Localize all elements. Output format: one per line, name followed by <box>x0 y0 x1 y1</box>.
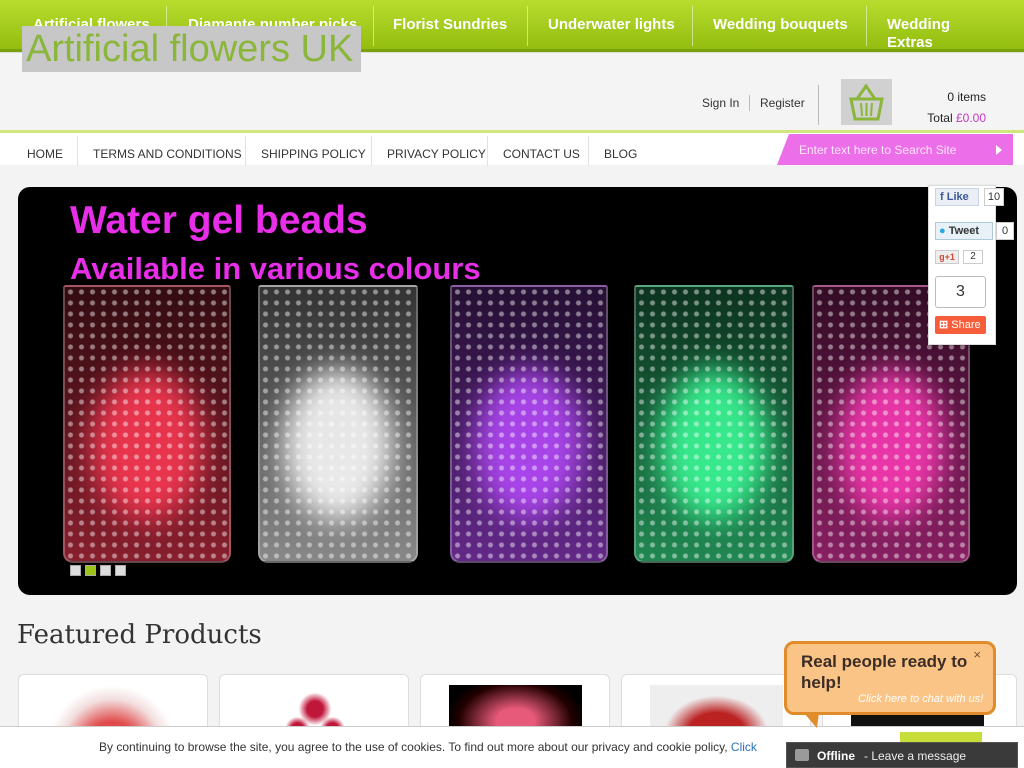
share-label: Share <box>951 319 981 331</box>
banner-headline: Water gel beads <box>70 199 368 242</box>
menu-terms-and-conditions[interactable]: TERMS AND CONDITIONS <box>93 147 242 161</box>
cart-total-value: £0.00 <box>955 111 986 125</box>
tweet-label: Tweet <box>948 225 980 237</box>
nav-wedding-bouquets[interactable]: Wedding bouquets <box>713 16 848 34</box>
cookie-notice-text: By continuing to browse the site, you ag… <box>99 740 757 754</box>
vase-image-green <box>634 285 794 563</box>
facebook-like-button[interactable]: f Like <box>935 188 979 206</box>
search-box <box>777 134 1013 165</box>
banner-subheadline: Available in various colours <box>70 251 481 286</box>
search-input[interactable] <box>799 141 989 159</box>
slide-dot-2[interactable] <box>85 565 96 576</box>
menu-divider <box>77 136 78 166</box>
like-label: Like <box>946 191 969 203</box>
menu-home[interactable]: HOME <box>27 147 63 161</box>
share-button[interactable]: ⊞ Share <box>935 316 986 334</box>
vase-beads <box>65 287 229 561</box>
menu-blog[interactable]: BLOG <box>604 147 637 161</box>
google-plus-label: +1 <box>944 252 955 262</box>
chat-status-bar[interactable]: Offline - Leave a message <box>786 742 1018 768</box>
menu-divider <box>245 136 246 166</box>
nav-divider <box>373 6 374 46</box>
auth-divider <box>749 95 750 111</box>
vase-image-purple <box>450 285 608 563</box>
tweet-count: 0 <box>996 222 1014 240</box>
slide-dot-3[interactable] <box>100 565 111 576</box>
menu-divider <box>371 136 372 166</box>
cart-total[interactable]: Total £0.00 <box>900 111 986 125</box>
vase-beads <box>636 287 792 561</box>
like-count: 10 <box>984 188 1004 206</box>
cart-item-count[interactable]: 0 items <box>900 90 986 104</box>
slide-dot-1[interactable] <box>70 565 81 576</box>
close-icon[interactable]: × <box>973 647 981 662</box>
leave-message-link[interactable]: - Leave a message <box>864 749 966 763</box>
cookie-notice-message: By continuing to browse the site, you ag… <box>99 740 731 754</box>
nav-divider <box>692 6 693 46</box>
basket-icon[interactable] <box>841 79 892 125</box>
chat-status: Offline <box>817 749 855 763</box>
nav-divider <box>866 6 867 46</box>
twitter-icon: ● <box>939 225 946 237</box>
nav-wedding-extras[interactable]: Wedding Extras <box>887 16 967 52</box>
menu-divider <box>588 136 589 166</box>
menu-shipping-policy[interactable]: SHIPPING POLICY <box>261 147 366 161</box>
cart-total-label: Total <box>927 111 953 125</box>
header-divider <box>818 85 819 125</box>
search-arrow-icon[interactable] <box>996 145 1002 155</box>
hero-slider[interactable]: Water gel beads Available in various col… <box>18 187 1017 595</box>
google-plus-button[interactable]: g+1 <box>935 250 959 264</box>
vase-image-white <box>258 285 418 563</box>
plus-icon: ⊞ <box>939 319 949 331</box>
register-link[interactable]: Register <box>760 96 805 110</box>
menu-divider <box>487 136 488 166</box>
vase-beads <box>452 287 606 561</box>
slide-dot-4[interactable] <box>115 565 126 576</box>
nav-florist-sundries[interactable]: Florist Sundries <box>393 16 507 34</box>
featured-products-heading: Featured Products <box>17 620 262 650</box>
chat-subtitle[interactable]: Click here to chat with us! <box>858 693 983 705</box>
vase-beads <box>260 287 416 561</box>
nav-underwater-lights[interactable]: Underwater lights <box>548 16 675 34</box>
nav-divider <box>527 6 528 46</box>
cookie-policy-link[interactable]: Click <box>731 740 757 754</box>
menu-privacy-policy[interactable]: PRIVACY POLICY <box>387 147 486 161</box>
share-count: 3 <box>935 276 986 308</box>
menu-contact-us[interactable]: CONTACT US <box>503 147 580 161</box>
sign-in-link[interactable]: Sign In <box>702 96 739 110</box>
chat-title: Real people ready to help! <box>801 652 968 692</box>
chat-icon <box>795 749 809 761</box>
live-chat-bubble[interactable]: Real people ready to help! Click here to… <box>784 641 996 715</box>
google-plus-count: 2 <box>963 250 983 264</box>
facebook-icon: f <box>940 191 944 203</box>
site-logo[interactable]: Artificial flowers UK <box>22 26 361 72</box>
tweet-button[interactable]: ● Tweet <box>935 222 993 240</box>
vase-image-red <box>63 285 231 563</box>
